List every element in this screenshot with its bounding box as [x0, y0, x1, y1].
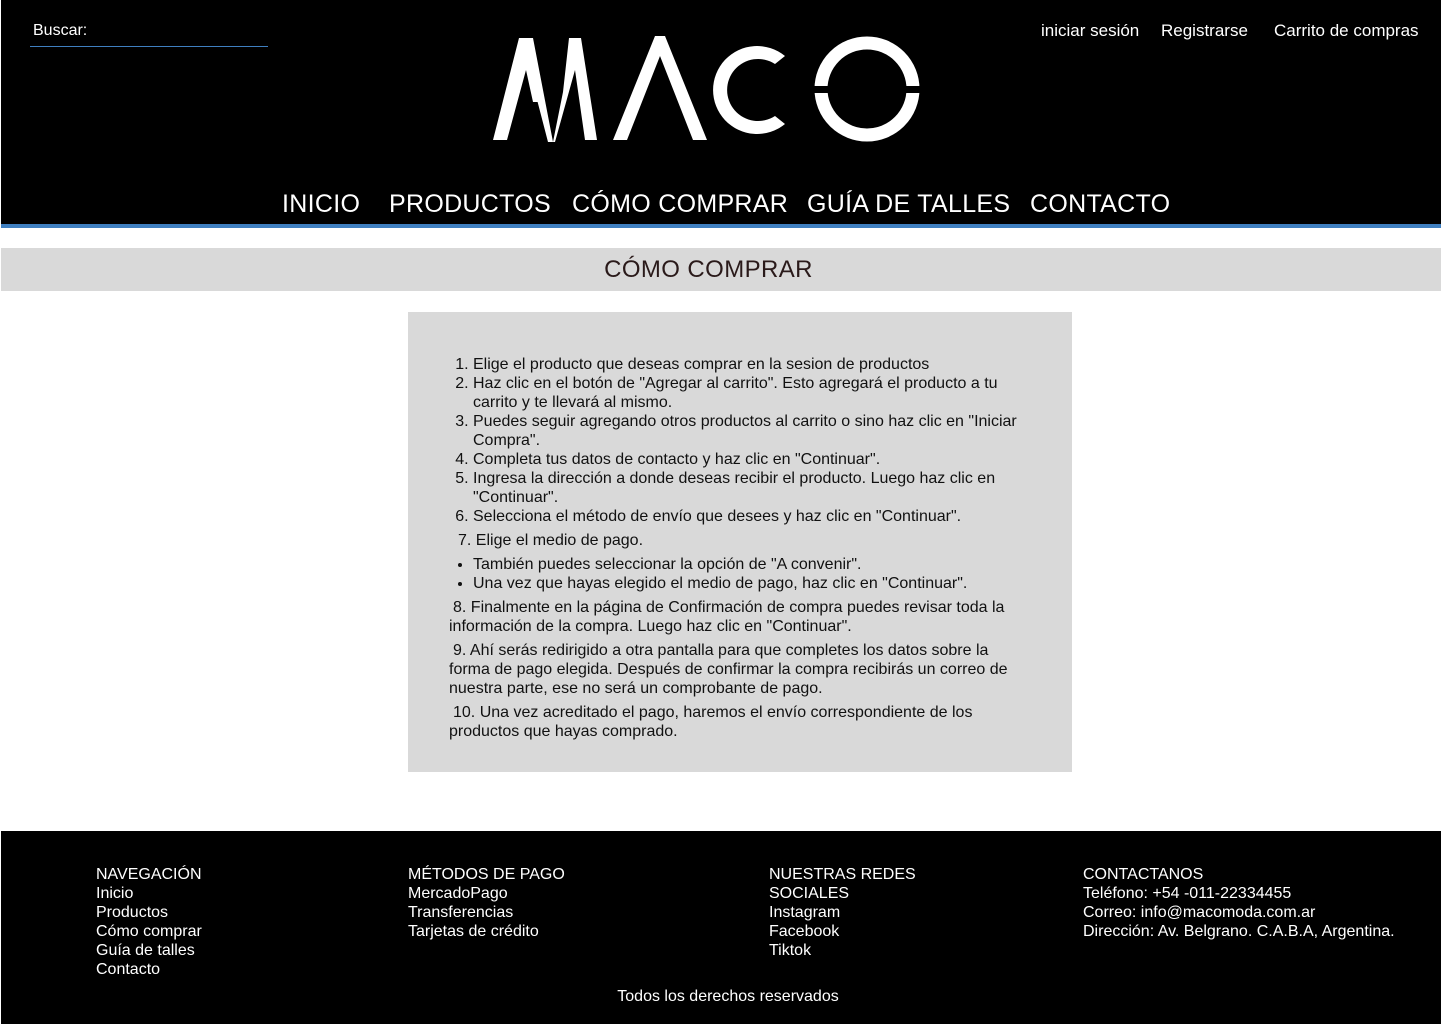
list-item: Ingresa la dirección a donde deseas reci…: [473, 469, 1032, 507]
footer-heading: NAVEGACIÓN: [96, 866, 202, 883]
list-item: Completa tus datos de contacto y haz cli…: [473, 450, 1032, 469]
list-item: Elige el producto que deseas comprar en …: [473, 355, 1032, 374]
footer-link-tiktok[interactable]: Tiktok: [769, 941, 916, 960]
header-accent-line: [1, 224, 1441, 228]
site-header: Buscar: iniciar sesión Registrarse Carri…: [1, 0, 1441, 228]
page-title: CÓMO COMPRAR: [604, 256, 813, 283]
footer-link-facebook[interactable]: Facebook: [769, 922, 916, 941]
footer-link-productos[interactable]: Productos: [96, 903, 202, 922]
login-link[interactable]: iniciar sesión: [1041, 21, 1139, 41]
search-box: Buscar:: [30, 20, 268, 47]
footer-link-contacto[interactable]: Contacto: [96, 960, 202, 979]
search-input[interactable]: [90, 20, 266, 44]
footer-payment-methods: MÉTODOS DE PAGO MercadoPago Transferenci…: [408, 865, 565, 941]
footer-heading: NUESTRAS REDES: [769, 866, 916, 883]
footer-phone: Teléfono: +54 -011-22334455: [1083, 885, 1292, 902]
copyright-text: Todos los derechos reservados: [617, 988, 839, 1005]
steps-list: Elige el producto que deseas comprar en …: [473, 355, 1032, 526]
step-7-bullets: También puedes seleccionar la opción de …: [473, 555, 1032, 593]
list-item: Una vez que hayas elegido el medio de pa…: [473, 574, 1032, 593]
list-item: Haz clic en el botón de "Agregar al carr…: [473, 374, 1032, 412]
list-item: También puedes seleccionar la opción de …: [473, 555, 1032, 574]
site-footer: NAVEGACIÓN Inicio Productos Cómo comprar…: [1, 831, 1441, 1024]
footer-link-mercadopago[interactable]: MercadoPago: [408, 884, 565, 903]
footer-link-guia-de-talles[interactable]: Guía de talles: [96, 941, 202, 960]
footer-address: Dirección: Av. Belgrano. C.A.B.A, Argent…: [1083, 923, 1395, 940]
step-9: 9. Ahí serás redirigido a otra pantalla …: [449, 642, 1008, 697]
footer-heading: SOCIALES: [769, 885, 850, 902]
footer-heading: MÉTODOS DE PAGO: [408, 866, 565, 883]
list-item: Selecciona el método de envío que desees…: [473, 507, 1032, 526]
step-10: 10. Una vez acreditado el pago, haremos …: [449, 704, 973, 740]
footer-navigation: NAVEGACIÓN Inicio Productos Cómo comprar…: [96, 865, 202, 979]
register-link[interactable]: Registrarse: [1161, 21, 1248, 41]
list-item: Puedes seguir agregando otros productos …: [473, 412, 1032, 450]
footer-link-instagram[interactable]: Instagram: [769, 903, 916, 922]
instructions-box: Elige el producto que deseas comprar en …: [408, 312, 1072, 772]
nav-inicio[interactable]: INICIO: [282, 190, 360, 219]
footer-email[interactable]: Correo: info@macomoda.com.ar: [1083, 903, 1395, 922]
nav-productos[interactable]: PRODUCTOS: [389, 190, 551, 219]
step-8: 8. Finalmente en la página de Confirmaci…: [449, 599, 1005, 635]
footer-contact: CONTACTANOS Teléfono: +54 -011-22334455 …: [1083, 865, 1395, 941]
footer-link-tarjetas[interactable]: Tarjetas de crédito: [408, 922, 565, 941]
footer-heading: CONTACTANOS: [1083, 866, 1204, 883]
step-7: 7. Elige el medio de pago.: [458, 532, 644, 549]
footer-link-inicio[interactable]: Inicio: [96, 884, 202, 903]
footer-link-transferencias[interactable]: Transferencias: [408, 903, 565, 922]
footer-link-como-comprar[interactable]: Cómo comprar: [96, 922, 202, 941]
maco-logo[interactable]: [493, 32, 927, 146]
main-nav: INICIO PRODUCTOS CÓMO COMPRAR GUÍA DE TA…: [1, 190, 1441, 220]
search-label: Buscar:: [33, 22, 88, 39]
page-title-bar: CÓMO COMPRAR: [1, 248, 1441, 291]
footer-social: NUESTRAS REDES SOCIALES Instagram Facebo…: [769, 865, 916, 960]
nav-guia-de-talles[interactable]: GUÍA DE TALLES: [807, 190, 1010, 219]
nav-como-comprar[interactable]: CÓMO COMPRAR: [572, 190, 788, 219]
cart-link[interactable]: Carrito de compras: [1274, 21, 1419, 41]
nav-contacto[interactable]: CONTACTO: [1030, 190, 1170, 219]
